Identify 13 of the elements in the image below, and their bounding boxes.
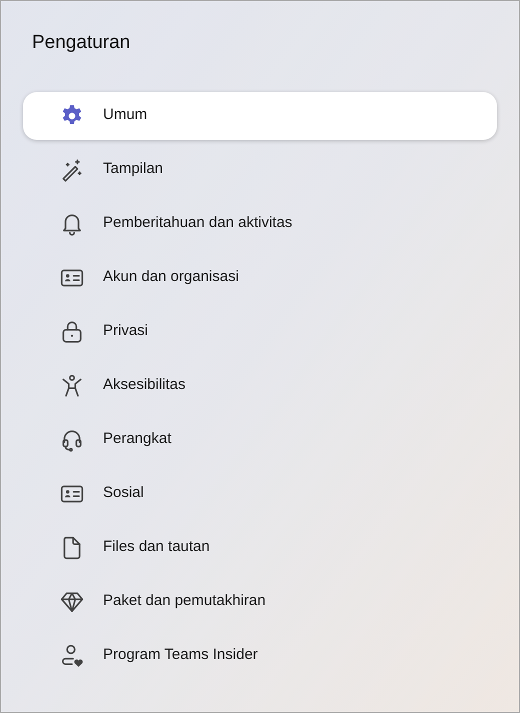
settings-menu-item[interactable]: Program Teams Insider — [23, 632, 497, 680]
settings-menu-item[interactable]: Sosial — [23, 470, 497, 518]
settings-menu-item[interactable]: Pemberitahuan dan aktivitas — [23, 200, 497, 248]
settings-menu-item[interactable]: Aksesibilitas — [23, 362, 497, 410]
settings-menu-item[interactable]: Privasi — [23, 308, 497, 356]
settings-menu-item[interactable]: Umum — [23, 92, 497, 140]
panel-title: Pengaturan — [32, 31, 130, 55]
settings-menu-item[interactable]: Perangkat — [23, 416, 497, 464]
settings-menu-item[interactable]: Tampilan — [23, 146, 497, 194]
settings-menu-item[interactable]: Paket dan pemutakhiran — [23, 578, 497, 626]
person-heart-icon — [59, 642, 85, 668]
settings-menu-item[interactable]: Files dan tautan — [23, 524, 497, 572]
settings-menu-item[interactable]: Akun dan organisasi — [23, 254, 497, 302]
